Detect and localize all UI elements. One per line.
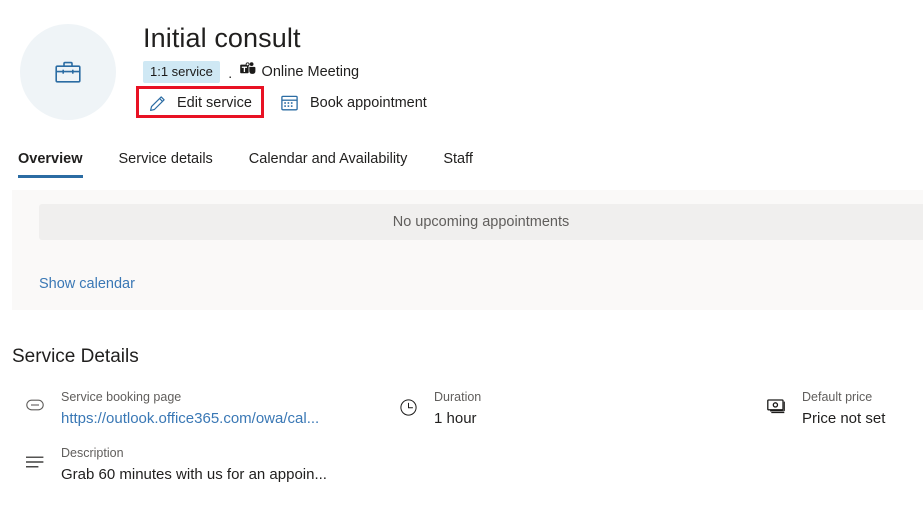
money-icon	[764, 389, 788, 414]
service-header: Initial consult 1:1 service · Online Mee…	[0, 0, 923, 140]
empty-appointments-bar: No upcoming appointments	[39, 204, 923, 240]
briefcase-icon	[55, 60, 81, 84]
service-details-heading: Service Details	[12, 346, 139, 367]
tab-overview[interactable]: Overview	[18, 147, 83, 178]
detail-label: Duration	[434, 390, 482, 404]
service-meta-row: 1:1 service · Online Meeting	[143, 60, 360, 84]
detail-label: Service booking page	[61, 390, 182, 404]
header-actions: Edit service Book appointment	[143, 89, 427, 117]
detail-description: Description Grab 60 minutes with us for …	[23, 445, 327, 486]
tab-bar: Overview Service details Calendar and Av…	[0, 147, 923, 183]
booking-page-url[interactable]: https://outlook.office365.com/owa/cal...	[61, 408, 319, 430]
meta-separator: ·	[227, 67, 233, 84]
edit-service-label: Edit service	[177, 95, 252, 111]
description-lines-icon	[23, 445, 47, 469]
detail-service-booking-page: Service booking page https://outlook.off…	[23, 389, 319, 430]
clock-icon	[396, 389, 420, 416]
tab-calendar-and-availability[interactable]: Calendar and Availability	[249, 147, 408, 178]
duration-value: 1 hour	[434, 410, 477, 427]
microsoft-teams-icon	[239, 62, 256, 81]
overview-panel: No upcoming appointments Show calendar	[12, 190, 923, 310]
detail-label: Default price	[802, 390, 873, 404]
detail-default-price: Default price Price not set	[764, 389, 885, 430]
default-price-value: Price not set	[802, 410, 886, 427]
book-appointment-label: Book appointment	[309, 95, 427, 111]
link-icon	[23, 389, 47, 411]
empty-appointments-text: No upcoming appointments	[392, 214, 570, 230]
tab-service-details[interactable]: Service details	[119, 147, 213, 178]
pencil-icon	[147, 95, 167, 112]
edit-service-button[interactable]: Edit service	[143, 89, 258, 117]
show-calendar-link[interactable]: Show calendar	[39, 276, 135, 292]
book-appointment-button[interactable]: Book appointment	[280, 89, 427, 117]
calendar-icon	[280, 95, 300, 111]
tab-staff[interactable]: Staff	[443, 147, 473, 178]
detail-duration: Duration 1 hour	[396, 389, 481, 430]
status-badge: 1:1 service	[143, 60, 220, 83]
page-title: Initial consult	[143, 23, 301, 53]
detail-label: Description	[61, 446, 124, 460]
meeting-type-label: Online Meeting	[261, 63, 360, 80]
avatar	[20, 24, 116, 120]
description-value: Grab 60 minutes with us for an appoin...	[61, 466, 327, 483]
